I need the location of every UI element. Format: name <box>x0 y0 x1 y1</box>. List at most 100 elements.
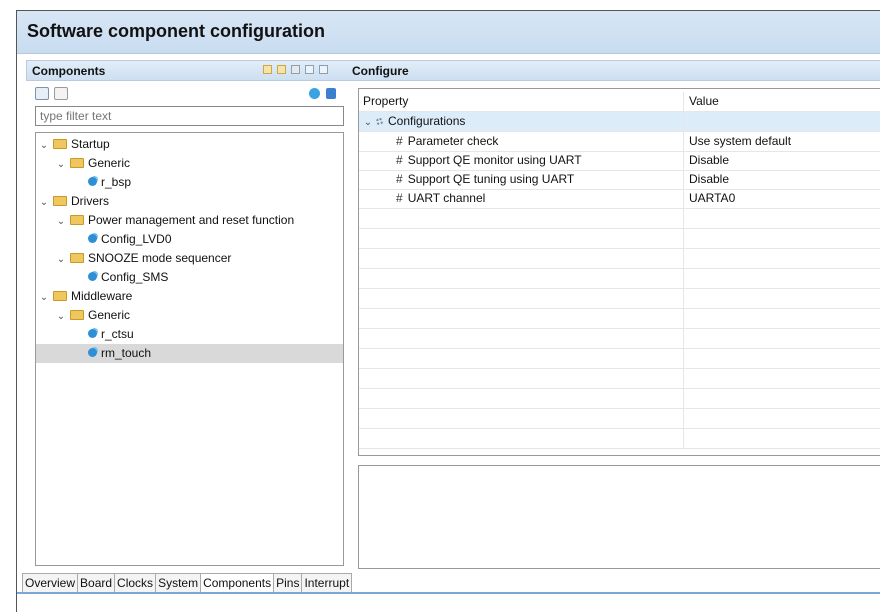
tab-interrupt[interactable]: Interrupt <box>301 573 353 592</box>
folder-open-icon <box>53 139 67 149</box>
chevron-down-icon[interactable]: ⌄ <box>56 155 66 174</box>
chevron-down-icon[interactable]: ⌄ <box>39 288 49 307</box>
category-view-icon[interactable] <box>35 87 49 100</box>
chevron-down-icon[interactable]: ⌄ <box>56 212 66 231</box>
property-name: Support QE monitor using UART <box>407 153 582 167</box>
filter-input[interactable] <box>35 106 344 126</box>
tab-system[interactable]: System <box>155 573 202 592</box>
empty-row <box>359 269 880 289</box>
hash-icon: # <box>396 153 403 167</box>
tab-underline <box>17 592 880 594</box>
empty-row <box>359 229 880 249</box>
expand-all-icon[interactable] <box>319 65 328 74</box>
empty-row <box>359 309 880 329</box>
empty-row <box>359 289 880 309</box>
component-icon <box>88 329 97 338</box>
component-icon <box>88 177 97 186</box>
hash-icon: # <box>396 191 403 205</box>
components-toolbar <box>35 87 70 103</box>
tree-node-generic-middleware[interactable]: ⌄ Generic <box>36 306 343 326</box>
tree-node-generic[interactable]: ⌄ Generic <box>36 154 343 174</box>
group-row-configurations[interactable]: ⌄ Configurations <box>359 112 880 132</box>
component-icon <box>88 348 97 357</box>
property-table: Property Value ⌄ Configurations # Paramete… <box>358 88 880 456</box>
chevron-down-icon[interactable]: ⌄ <box>56 307 66 326</box>
empty-row <box>359 409 880 429</box>
add-icon[interactable] <box>309 88 320 99</box>
tree-node-label: r_bsp <box>101 175 132 189</box>
empty-row <box>359 389 880 409</box>
tree-node-label: Drivers <box>71 194 109 208</box>
property-value[interactable]: Disable <box>689 170 729 189</box>
group-label: Configurations <box>388 114 466 128</box>
tab-clocks[interactable]: Clocks <box>114 573 157 592</box>
empty-row <box>359 429 880 449</box>
tree-node-config-lvd0[interactable]: Config_LVD0 <box>36 230 343 249</box>
tab-overview[interactable]: Overview <box>22 573 79 592</box>
table-header: Property Value <box>359 92 880 112</box>
table-row[interactable]: # Support QE monitor using UART Disable <box>359 151 880 171</box>
tree-node-config-sms[interactable]: Config_SMS <box>36 268 343 287</box>
editor-frame: Software component configuration Compone… <box>16 10 880 612</box>
tab-board[interactable]: Board <box>77 573 116 592</box>
chevron-down-icon[interactable]: ⌄ <box>363 113 373 132</box>
chevron-down-icon[interactable]: ⌄ <box>56 250 66 269</box>
tree-node-label: SNOOZE mode sequencer <box>88 251 232 265</box>
chevron-down-icon[interactable]: ⌄ <box>39 136 49 155</box>
tree-node-label: r_ctsu <box>101 327 134 341</box>
tree-node-label: Power management and reset function <box>88 213 295 227</box>
configure-panel: Property Value ⌄ Configurations # Paramete… <box>347 81 880 569</box>
hash-icon: # <box>396 172 403 186</box>
remove-component-icon[interactable] <box>277 65 286 74</box>
components-panel: ⌄ Startup ⌄ Generic r_bsp ⌄ Drivers ⌄ Power … <box>26 81 352 568</box>
tree-node-power-management[interactable]: ⌄ Power management and reset function <box>36 211 343 231</box>
tree-node-label: Generic <box>88 156 131 170</box>
tree-node-label: Startup <box>71 137 110 151</box>
editor-tabs: Overview Board Clocks System Components Pins I… <box>22 573 353 593</box>
tree-node-rm-touch[interactable]: rm_touch <box>36 344 343 363</box>
tree-node-r-ctsu[interactable]: r_ctsu <box>36 325 343 344</box>
folder-open-icon <box>53 196 67 206</box>
tree-node-label: Config_LVD0 <box>101 232 172 246</box>
description-area <box>358 465 880 569</box>
tree-node-middleware[interactable]: ⌄ Middleware <box>36 287 343 307</box>
empty-row <box>359 369 880 389</box>
add-component-icon[interactable] <box>263 65 272 74</box>
folder-open-icon <box>70 253 84 263</box>
folder-open-icon <box>70 158 84 168</box>
configure-panel-header: Configure <box>347 60 880 81</box>
property-name: Support QE tuning using UART <box>407 172 575 186</box>
tree-node-label: Generic <box>88 308 131 322</box>
column-header-property[interactable]: Property <box>359 92 684 111</box>
tree-node-startup[interactable]: ⌄ Startup <box>36 135 343 155</box>
title-bar: Software component configuration <box>17 11 880 54</box>
property-value[interactable]: UARTA0 <box>689 189 735 208</box>
tree-node-drivers[interactable]: ⌄ Drivers <box>36 192 343 212</box>
table-row[interactable]: # Parameter check Use system default <box>359 132 880 152</box>
tab-pins[interactable]: Pins <box>273 573 303 592</box>
page-title: Software component configuration <box>27 21 326 41</box>
tree-node-label: Config_SMS <box>101 270 169 284</box>
tree-node-snooze-sequencer[interactable]: ⌄ SNOOZE mode sequencer <box>36 249 343 269</box>
empty-row <box>359 329 880 349</box>
tree-node-r-bsp[interactable]: r_bsp <box>36 173 343 192</box>
column-header-value[interactable]: Value <box>689 92 719 111</box>
remove-icon[interactable] <box>326 88 336 99</box>
empty-row <box>359 209 880 229</box>
table-row[interactable]: # Support QE tuning using UART Disable <box>359 170 880 190</box>
property-value[interactable]: Use system default <box>689 132 791 151</box>
property-name: Parameter check <box>407 134 499 148</box>
component-tree: ⌄ Startup ⌄ Generic r_bsp ⌄ Drivers ⌄ Power … <box>35 132 344 566</box>
configure-panel-title: Configure <box>352 64 409 78</box>
table-row[interactable]: # UART channel UARTA0 <box>359 189 880 209</box>
chevron-down-icon[interactable]: ⌄ <box>39 193 49 212</box>
tree-view-icon[interactable] <box>54 87 69 100</box>
property-value[interactable]: Disable <box>689 151 729 170</box>
tab-components[interactable]: Components <box>200 573 275 592</box>
component-icon <box>88 234 97 243</box>
components-panel-title: Components <box>32 64 106 78</box>
generate-icon[interactable] <box>291 65 300 74</box>
folder-open-icon <box>70 215 84 225</box>
collapse-all-icon[interactable] <box>305 65 314 74</box>
gear-icon <box>376 118 383 125</box>
